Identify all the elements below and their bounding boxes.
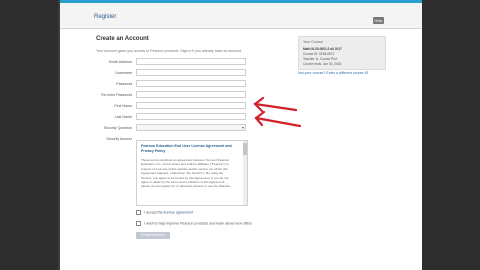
agreement-scrollbar[interactable] (243, 141, 247, 205)
first-name-field[interactable] (136, 102, 246, 109)
license-agreement-box[interactable]: Pearson Education End User License Agree… (136, 140, 248, 206)
first-name-row: First Name (96, 102, 286, 110)
password-field[interactable] (136, 80, 246, 87)
last-name-label: Last Name (114, 115, 132, 119)
license-agreement-link[interactable]: license agreement (164, 210, 193, 214)
agreement-title: Pearson Education End User License Agree… (141, 144, 232, 153)
first-name-label: First Name (114, 104, 132, 108)
help-button[interactable]: Help (373, 17, 384, 24)
course-id: Course ID: 0198-0971 (303, 52, 335, 56)
password-label: Password (116, 82, 132, 86)
course-teacher: Teacher: A. Course Prof (303, 57, 337, 61)
video-frame-right (422, 0, 480, 270)
email-optin-text: I want to help improve Pearson products … (144, 221, 252, 226)
agreement-body: These terms constitute an agreement betw… (141, 158, 231, 189)
last-name-row: Last Name (96, 113, 286, 121)
create-account-button[interactable]: Create Account (136, 232, 170, 239)
course-name: Math M-25-0601.0 all 2017 (303, 47, 342, 51)
video-frame-left (0, 0, 58, 270)
reenter-password-row: Re-enter Password (96, 91, 286, 99)
password-row: Password (96, 80, 286, 88)
email-optin-checkbox[interactable] (136, 221, 141, 226)
course-info-box: Your Course Math M-25-0601.0 all 2017 Co… (298, 36, 386, 70)
accept-license-checkbox[interactable] (136, 210, 141, 215)
username-label: Username (115, 71, 132, 75)
email-optin-row: I want to help improve Pearson products … (136, 221, 252, 226)
course-heading: Your Course (303, 40, 323, 44)
different-course-link[interactable]: Not your course? Enter a different cours… (298, 71, 368, 75)
accept-license-row: I accept the license agreement (136, 210, 193, 215)
reenter-password-field[interactable] (136, 91, 246, 98)
register-link[interactable]: Register (94, 14, 116, 20)
last-name-field[interactable] (136, 113, 246, 120)
chevron-down-icon: ▾ (241, 125, 244, 130)
username-row: Username (96, 69, 286, 77)
email-row: Email Address (96, 58, 286, 66)
accent-stripe (60, 0, 422, 3)
reenter-password-label: Re-enter Password (101, 93, 132, 97)
username-field[interactable] (136, 69, 246, 76)
page-title: Create an Account (96, 36, 149, 42)
registration-page: Register Help Create an Account Your acc… (60, 0, 422, 270)
course-ends: Course ends: Jun 30, 2018 (303, 62, 342, 66)
top-bar: Register Help (60, 0, 422, 29)
security-question-select[interactable]: ▾ (136, 124, 246, 131)
security-answer-label: Security Answer (106, 137, 132, 141)
intro-text: Your account gives you access to Pearson… (96, 49, 243, 53)
agreement-scroll-thumb[interactable] (243, 143, 247, 155)
email-label: Email Address (109, 60, 132, 64)
email-field[interactable] (136, 58, 246, 65)
security-question-row: Security Question ▾ (96, 124, 286, 132)
accept-license-text: I accept the (144, 210, 163, 215)
security-question-label: Security Question (103, 126, 132, 130)
